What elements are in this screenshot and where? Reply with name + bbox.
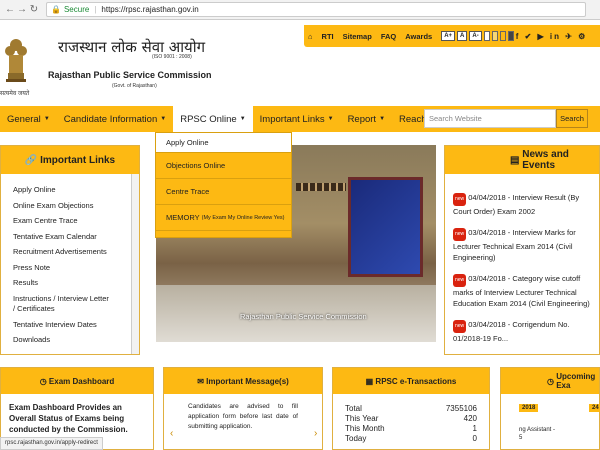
theme-swatch-dark[interactable] xyxy=(507,31,514,41)
link-item[interactable]: Exam Centre Trace xyxy=(13,213,139,229)
home-icon[interactable]: ⌂ xyxy=(308,32,313,41)
upcoming-exams-heading: ◷ Upcoming Exa xyxy=(501,368,599,394)
search-button[interactable]: Search xyxy=(556,109,588,128)
url-text: https://rpsc.rajasthan.gov.in xyxy=(101,5,199,14)
govt-label: (Govt. of Rajasthan) xyxy=(112,83,157,89)
newspaper-icon: ▤ xyxy=(510,154,523,166)
caret-down-icon: ▼ xyxy=(239,116,246,122)
back-arrow-icon[interactable]: ← xyxy=(4,3,16,17)
link-item[interactable]: Tentative Exam Calendar xyxy=(13,229,139,245)
chart-icon: ▦ xyxy=(365,376,376,386)
nav-candidate-information[interactable]: Candidate Information ▼ xyxy=(57,106,173,132)
forward-arrow-icon[interactable]: → xyxy=(16,3,28,17)
link-item[interactable]: Recruitment Advertisements xyxy=(13,244,139,260)
envelope-icon: ✉ xyxy=(197,376,207,386)
dropdown-item-memory[interactable]: MEMORY (My Exam My Online Review Yes) xyxy=(156,205,291,231)
new-badge: new xyxy=(453,320,467,333)
transaction-row: This Month 1 xyxy=(345,424,477,433)
awards-link[interactable]: Awards xyxy=(405,32,432,41)
important-links-panel: 🔗 Important Links Apply Online Online Ex… xyxy=(0,145,140,355)
reload-icon[interactable]: ↻ xyxy=(28,3,40,17)
memory-note: (My Exam My Online Review Yes) xyxy=(201,214,285,221)
nav-general[interactable]: General ▼ xyxy=(0,106,57,132)
theme-swatch-orange[interactable] xyxy=(499,31,506,41)
rpsc-online-dropdown: Apply Online Objections Online Centre Tr… xyxy=(155,132,292,238)
address-separator: | xyxy=(94,5,97,14)
link-item[interactable]: Online Exam Objections xyxy=(13,198,139,214)
link-item[interactable]: Tentative Interview Dates xyxy=(13,317,139,333)
important-messages-panel: ✉ Important Message(s) Candidates are ad… xyxy=(163,367,323,450)
link-item[interactable]: Downloads xyxy=(13,332,139,348)
next-arrow-icon[interactable]: › xyxy=(314,428,317,439)
emblem-motto: सत्यमेव जयते xyxy=(0,91,30,97)
link-icon: 🔗 xyxy=(24,154,41,166)
slideshow-caption: Rajasthan Public Service Commission xyxy=(240,312,367,321)
rti-link[interactable]: RTI xyxy=(322,32,334,41)
news-heading: ▤ News and Events xyxy=(445,146,599,174)
transaction-row: This Year 420 xyxy=(345,414,477,423)
link-item[interactable]: Press Note xyxy=(13,260,139,276)
sitemap-link[interactable]: Sitemap xyxy=(343,32,372,41)
prev-arrow-icon[interactable]: ‹ xyxy=(170,428,173,439)
transaction-row: Today 0 xyxy=(345,434,477,443)
dropdown-item-objections-online[interactable]: Objections Online xyxy=(156,153,291,179)
new-badge: new xyxy=(453,274,467,287)
browser-toolbar: ← → ↻ 🔒 Secure | https://rpsc.rajasthan.… xyxy=(0,0,600,20)
important-links-list: Apply Online Online Exam Objections Exam… xyxy=(1,174,139,348)
news-item[interactable]: new 03/04/2018 - Interview Marks for Lect… xyxy=(445,227,599,263)
new-badge: new xyxy=(453,193,467,206)
secure-label: Secure xyxy=(63,5,90,14)
address-bar[interactable]: 🔒 Secure | https://rpsc.rajasthan.gov.in xyxy=(46,2,586,17)
lock-icon: 🔒 xyxy=(51,5,61,14)
upcoming-date-tab[interactable]: 2018 xyxy=(519,404,539,412)
clock-icon: ◷ xyxy=(39,376,49,386)
font-decrease-button[interactable]: A- xyxy=(469,31,482,41)
theme-swatch-yellow[interactable] xyxy=(491,31,498,41)
exam-dashboard-text[interactable]: Exam Dashboard Provides an Overall Statu… xyxy=(1,394,153,443)
upcoming-exam-text: ng Assistant -5 xyxy=(519,427,556,441)
news-item[interactable]: new 04/04/2018 - Interview Result (By Cou… xyxy=(445,192,599,217)
nav-report[interactable]: Report ▼ xyxy=(341,106,392,132)
upcoming-exams-panel: ◷ Upcoming Exa 2018 24 ng Assistant -5 xyxy=(500,367,600,450)
dropdown-item-apply-online[interactable]: Apply Online xyxy=(156,133,291,153)
news-item[interactable]: new 03/04/2018 - Category wise cutoff mar… xyxy=(445,273,599,309)
e-transactions-panel: ▦ RPSC e-Transactions Total 7355106 This … xyxy=(332,367,490,450)
important-message-text: Candidates are advised to fill applicati… xyxy=(188,403,298,430)
nav-important-links[interactable]: Important Links ▼ xyxy=(253,106,341,132)
state-emblem-icon xyxy=(5,39,27,82)
caret-down-icon: ▼ xyxy=(160,116,167,122)
transactions-table: Total 7355106 This Year 420 This Month 1 To… xyxy=(333,394,489,444)
nav-rpsc-online[interactable]: RPSC Online ▼ xyxy=(173,106,253,132)
search-input[interactable]: Search Website xyxy=(424,109,556,128)
e-transactions-heading: ▦ RPSC e-Transactions xyxy=(333,368,489,394)
news-events-panel: ▤ News and Events new 04/04/2018 - Interv… xyxy=(444,145,600,355)
important-messages-heading: ✉ Important Message(s) xyxy=(164,368,322,394)
photo-portraits xyxy=(296,183,346,191)
clock-icon: ◷ xyxy=(547,376,557,386)
caret-down-icon: ▼ xyxy=(43,116,50,122)
iso-label: (ISO 9001 : 2008) xyxy=(152,54,192,60)
font-normal-button[interactable]: A xyxy=(457,31,468,41)
faq-link[interactable]: FAQ xyxy=(381,32,396,41)
utility-bar: ⌂ RTI Sitemap FAQ Awards A+ A A- f ✔ ▶ i… xyxy=(304,25,600,47)
links-scrollbar[interactable] xyxy=(131,174,139,354)
link-item[interactable]: Instructions / Interview Letter / Certif… xyxy=(13,294,113,314)
theme-swatch-white[interactable] xyxy=(483,31,490,41)
caret-down-icon: ▼ xyxy=(327,116,334,122)
site-title-english: Rajasthan Public Service Commission xyxy=(48,70,212,80)
caret-down-icon: ▼ xyxy=(379,116,386,122)
transaction-row: Total 7355106 xyxy=(345,404,477,413)
font-increase-button[interactable]: A+ xyxy=(441,31,456,41)
link-item[interactable]: Apply Online xyxy=(13,182,139,198)
dropdown-item-centre-trace[interactable]: Centre Trace xyxy=(156,179,291,205)
upcoming-date-tab[interactable]: 24 xyxy=(589,404,600,412)
browser-status-bar: rpsc.rajasthan.gov.in/apply-redirect xyxy=(0,437,103,450)
news-item[interactable]: new 03/04/2018 - Corrigendum No. 01/2018-… xyxy=(445,319,599,344)
link-item[interactable]: Results xyxy=(13,275,139,291)
photo-emblem-board xyxy=(348,177,423,277)
exam-dashboard-heading: ◷ Exam Dashboard xyxy=(1,368,153,394)
new-badge: new xyxy=(453,228,467,241)
important-links-heading: 🔗 Important Links xyxy=(1,146,139,174)
social-icons[interactable]: f ✔ ▶ in ✈ ⚙ xyxy=(516,32,588,41)
